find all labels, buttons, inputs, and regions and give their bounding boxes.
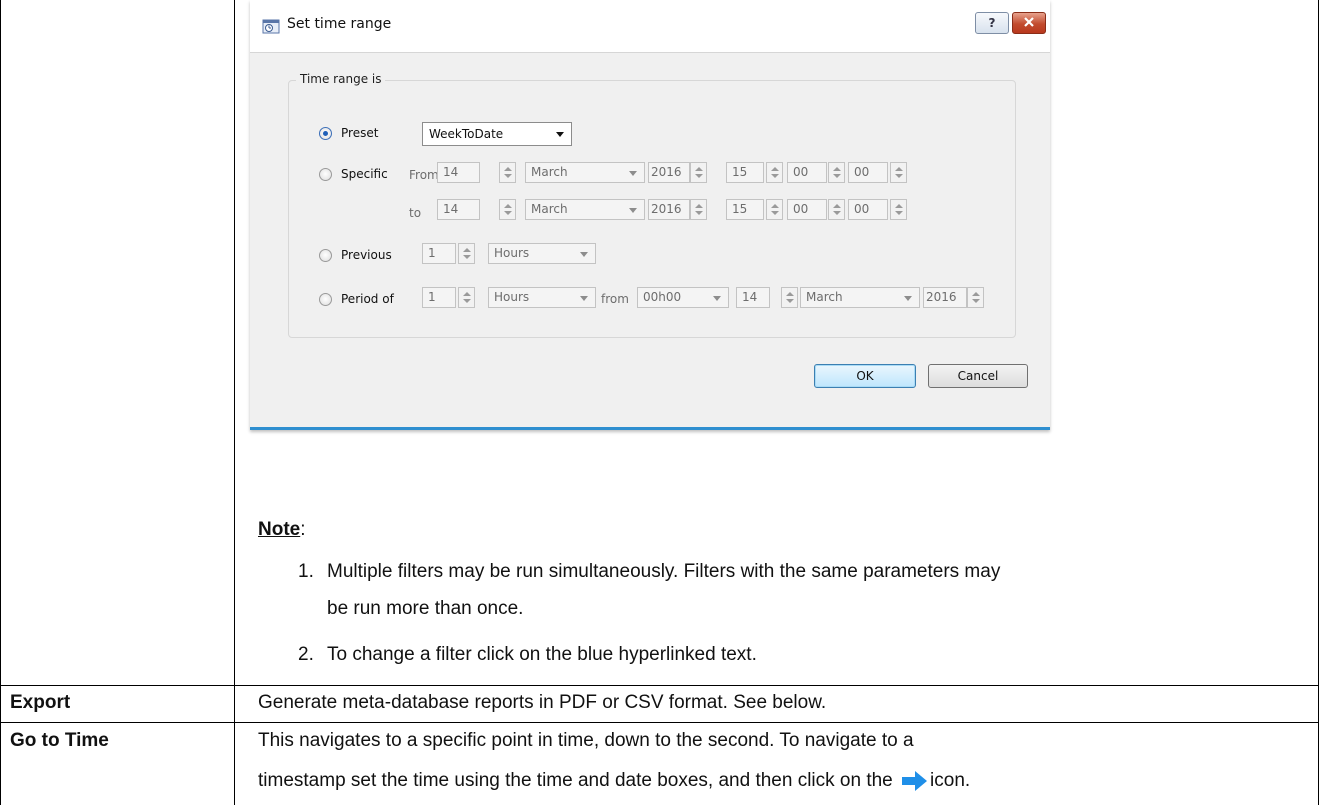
from-hour-input[interactable]: 15 xyxy=(726,162,764,183)
previous-count-spinner[interactable] xyxy=(458,243,475,264)
chevron-down-icon xyxy=(629,171,637,176)
dialog-bottom-accent xyxy=(250,427,1050,430)
go-to-time-row-label: Go to Time xyxy=(10,730,109,751)
note-item-text: Multiple filters may be run simultaneous… xyxy=(327,561,1001,582)
from-second-input[interactable]: 00 xyxy=(848,162,888,183)
period-time-select[interactable]: 00h00 xyxy=(637,287,729,308)
export-row-label: Export xyxy=(10,692,71,713)
period-unit-select[interactable]: Hours xyxy=(488,287,596,308)
period-day-spinner[interactable] xyxy=(781,287,798,308)
period-month-value: March xyxy=(806,290,843,304)
specific-label: Specific xyxy=(341,167,388,181)
from-year-spinner[interactable] xyxy=(690,162,707,183)
note-heading: Note: xyxy=(258,519,306,541)
to-minute-spinner[interactable] xyxy=(828,199,845,220)
preset-dropdown[interactable]: WeekToDate xyxy=(422,122,572,146)
period-unit-value: Hours xyxy=(494,290,530,304)
note-item-text: be run more than once. xyxy=(327,598,524,619)
period-time-value: 00h00 xyxy=(643,290,682,304)
go-to-time-text-line2: timestamp set the time using the time an… xyxy=(258,770,970,792)
dialog-titlebar: Set time range ? xyxy=(250,0,1050,53)
from-label: From xyxy=(409,168,439,182)
to-day-input[interactable]: 14 xyxy=(437,199,480,220)
help-icon: ? xyxy=(988,16,996,30)
note-title: Note xyxy=(258,519,301,540)
previous-label: Previous xyxy=(341,248,392,262)
to-year-input[interactable]: 2016 xyxy=(648,199,690,220)
right-arrow-icon xyxy=(900,770,928,792)
dialog-title: Set time range xyxy=(287,16,392,32)
set-time-range-dialog: Set time range ? Time range is Preset We… xyxy=(250,0,1050,430)
to-hour-input[interactable]: 15 xyxy=(726,199,764,220)
from-day-spinner[interactable] xyxy=(499,162,516,183)
period-month-select[interactable]: March xyxy=(800,287,920,308)
preset-value: WeekToDate xyxy=(429,127,504,141)
note-colon: : xyxy=(300,519,306,540)
to-label: to xyxy=(409,206,422,220)
from-year-input[interactable]: 2016 xyxy=(648,162,690,183)
go-to-time-text-end: icon. xyxy=(930,770,971,792)
previous-radio[interactable] xyxy=(319,249,332,262)
go-to-time-text: This navigates to a specific point in ti… xyxy=(258,730,914,751)
close-button[interactable] xyxy=(1012,12,1046,34)
period-from-label: from xyxy=(601,292,629,306)
from-minute-input[interactable]: 00 xyxy=(787,162,827,183)
table-row-divider xyxy=(0,722,1319,723)
previous-unit-value: Hours xyxy=(494,246,530,260)
from-minute-spinner[interactable] xyxy=(828,162,845,183)
period-of-label: Period of xyxy=(341,292,394,306)
chevron-down-icon xyxy=(556,132,564,137)
period-count-input[interactable]: 1 xyxy=(422,287,456,308)
to-month-select[interactable]: March xyxy=(525,199,645,220)
to-year-spinner[interactable] xyxy=(690,199,707,220)
to-month-value: March xyxy=(531,202,568,216)
chevron-down-icon xyxy=(580,296,588,301)
calendar-clock-icon xyxy=(262,18,280,34)
table-row-divider xyxy=(0,685,1319,686)
to-second-input[interactable]: 00 xyxy=(848,199,888,220)
period-year-spinner[interactable] xyxy=(967,287,984,308)
period-count-spinner[interactable] xyxy=(458,287,475,308)
to-second-spinner[interactable] xyxy=(890,199,907,220)
from-month-value: March xyxy=(531,165,568,179)
chevron-down-icon xyxy=(713,296,721,301)
note-item-text: To change a filter click on the blue hyp… xyxy=(327,644,757,665)
preset-radio[interactable] xyxy=(319,127,332,140)
period-day-input[interactable]: 14 xyxy=(736,287,770,308)
period-year-input[interactable]: 2016 xyxy=(923,287,967,308)
previous-count-input[interactable]: 1 xyxy=(422,243,456,264)
note-item-number: 2. xyxy=(298,644,314,665)
chevron-down-icon xyxy=(580,252,588,257)
ok-button[interactable]: OK xyxy=(814,364,916,388)
to-minute-input[interactable]: 00 xyxy=(787,199,827,220)
help-button[interactable]: ? xyxy=(975,12,1009,34)
group-title: Time range is xyxy=(296,72,386,86)
previous-unit-select[interactable]: Hours xyxy=(488,243,596,264)
from-month-select[interactable]: March xyxy=(525,162,645,183)
to-hour-spinner[interactable] xyxy=(766,199,783,220)
close-icon xyxy=(1023,16,1035,30)
to-day-spinner[interactable] xyxy=(499,199,516,220)
chevron-down-icon xyxy=(904,296,912,301)
specific-radio[interactable] xyxy=(319,168,332,181)
export-row-text: Generate meta-database reports in PDF or… xyxy=(258,692,827,713)
note-item-number: 1. xyxy=(298,561,314,582)
from-hour-spinner[interactable] xyxy=(766,162,783,183)
preset-label: Preset xyxy=(341,126,379,140)
from-day-input[interactable]: 14 xyxy=(437,162,480,183)
go-to-time-text: timestamp set the time using the time an… xyxy=(258,770,893,792)
chevron-down-icon xyxy=(629,208,637,213)
period-of-radio[interactable] xyxy=(319,293,332,306)
cancel-button[interactable]: Cancel xyxy=(928,364,1028,388)
from-second-spinner[interactable] xyxy=(890,162,907,183)
